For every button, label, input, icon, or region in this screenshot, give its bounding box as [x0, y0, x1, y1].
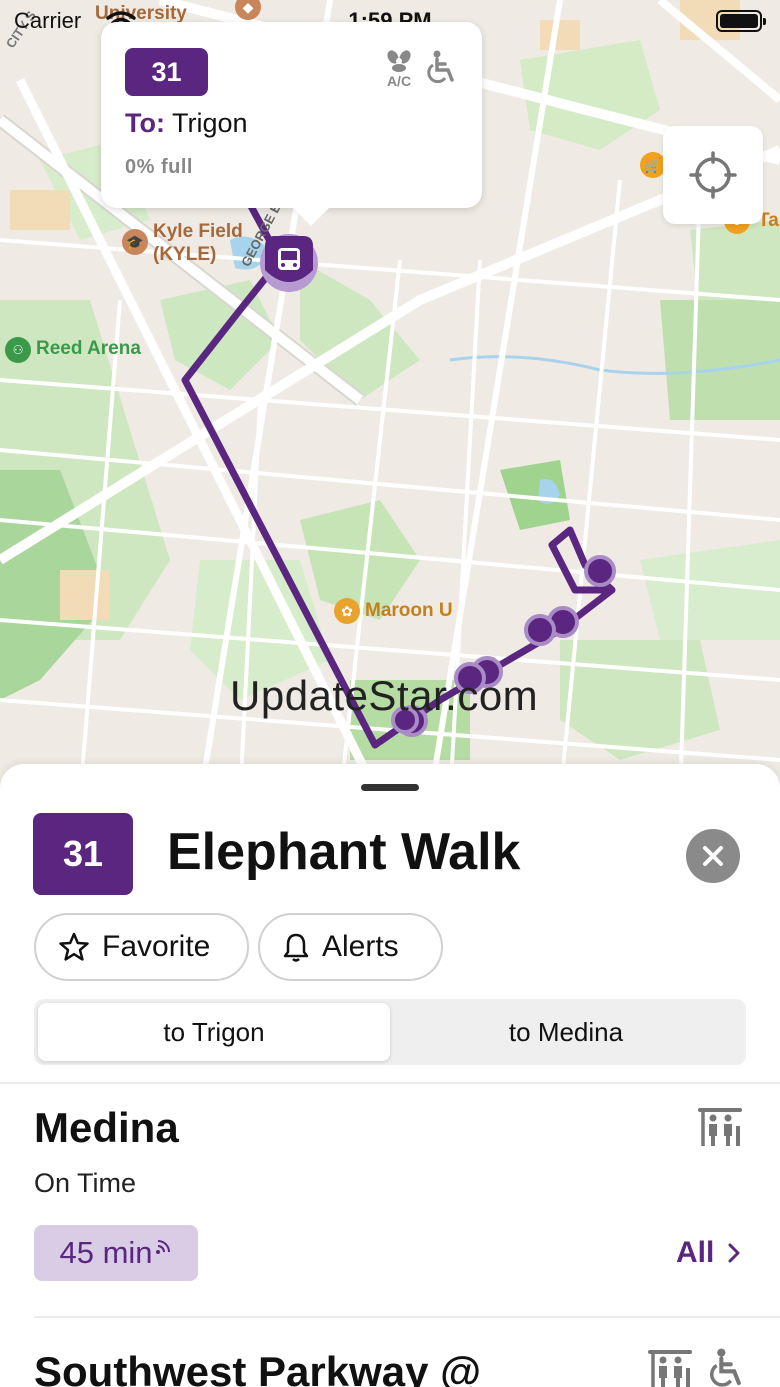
- all-times-link[interactable]: All: [676, 1236, 740, 1270]
- chevron-right-icon: [728, 1243, 740, 1263]
- stop-name[interactable]: Southwest Parkway @: [34, 1348, 481, 1387]
- battery-icon: [716, 10, 766, 32]
- route-detail-sheet: 31 Elephant Walk Favorite Alerts to Trig…: [0, 764, 780, 1387]
- favorite-button[interactable]: Favorite: [34, 913, 249, 981]
- map-label-kyle-code: (KYLE): [153, 244, 217, 265]
- direction-tab-trigon[interactable]: to Trigon: [38, 1003, 390, 1061]
- bus-shelter-icon: [698, 1108, 742, 1146]
- route-badge: 31: [33, 813, 133, 895]
- alerts-button[interactable]: Alerts: [258, 913, 443, 981]
- ac-label: A/C: [386, 73, 412, 89]
- stop-amenity-icons: [648, 1348, 746, 1387]
- divider: [0, 1082, 780, 1084]
- bus-callout[interactable]: 31 A/C To: Trigon 0% full: [101, 22, 482, 226]
- map-label-maroon-u: Maroon U: [365, 600, 453, 621]
- stop-status: On Time: [34, 1168, 137, 1198]
- ac-fan-icon: A/C: [384, 50, 414, 88]
- wheelchair-icon: [427, 50, 454, 84]
- locate-me-button[interactable]: [663, 126, 763, 224]
- callout-capacity: 0% full: [125, 156, 193, 178]
- route-name: Elephant Walk: [167, 823, 521, 881]
- arena-poi-icon: ⚇: [5, 337, 31, 363]
- callout-route-badge: 31: [125, 48, 208, 96]
- arrival-time: 45 min: [59, 1235, 153, 1270]
- star-icon: [59, 932, 89, 961]
- direction-segmented-control: to Trigon to Medina: [34, 999, 746, 1065]
- callout-destination-name: Trigon: [172, 108, 248, 138]
- live-signal-icon: [155, 1240, 170, 1254]
- watermark: UpdateStar.com: [230, 672, 539, 719]
- map-label-reed-arena: Reed Arena: [36, 338, 141, 359]
- map-view[interactable]: University ◆ CITY S 🎓 Kyle Field (KYLE) …: [0, 0, 780, 800]
- callout-to-label: To:: [125, 108, 165, 138]
- arrival-time-chip[interactable]: 45 min: [34, 1225, 198, 1281]
- favorite-label: Favorite: [102, 930, 211, 963]
- callout-amenity-icons: A/C: [384, 50, 458, 88]
- direction-tab-medina[interactable]: to Medina: [390, 1003, 742, 1061]
- sheet-grabber[interactable]: [361, 784, 419, 791]
- bell-icon: [283, 933, 309, 962]
- divider: [34, 1316, 780, 1318]
- stop-name[interactable]: Medina: [34, 1104, 179, 1152]
- bus-marker[interactable]: [260, 234, 318, 292]
- bus-shelter-icon: [648, 1350, 692, 1387]
- wheelchair-icon: [710, 1348, 741, 1387]
- crosshair-icon: [689, 151, 737, 199]
- callout-destination: To: Trigon: [125, 108, 248, 139]
- close-icon: [703, 846, 723, 866]
- all-times-label: All: [676, 1236, 715, 1269]
- graduation-cap-icon: 🎓: [122, 229, 148, 255]
- map-label-kyle-field: Kyle Field: [153, 221, 243, 242]
- close-button[interactable]: [686, 829, 740, 883]
- entertainment-poi-icon: ✿: [334, 598, 360, 624]
- alerts-label: Alerts: [322, 930, 399, 963]
